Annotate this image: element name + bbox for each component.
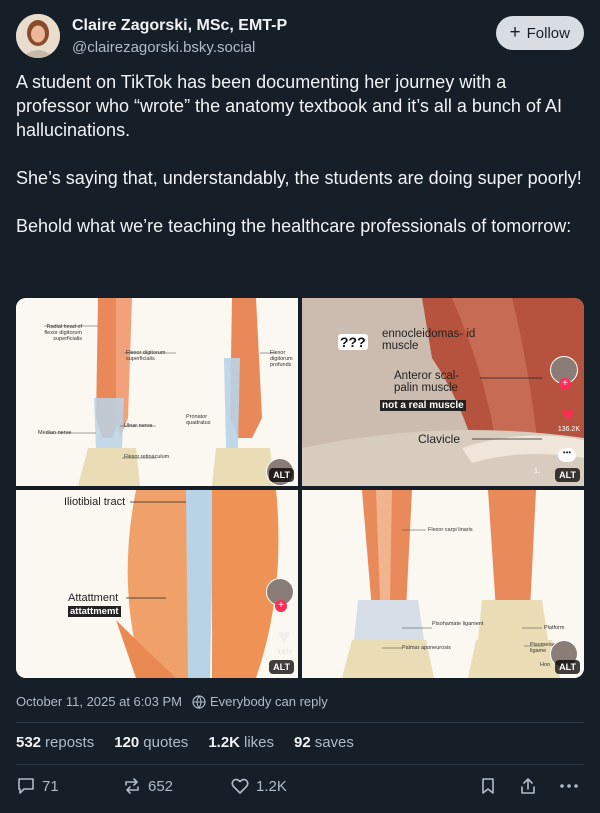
comment-count: 1, (534, 468, 540, 475)
alt-badge[interactable]: ALT (269, 660, 294, 674)
bookmark-icon (482, 778, 494, 794)
saves-stat[interactable]: 92 saves (294, 734, 354, 751)
reply-label: Everybody can reply (209, 694, 328, 709)
divider (16, 722, 584, 723)
reply-button[interactable]: 71 (16, 776, 59, 796)
post-paragraph: She’s saying that, understandably, the s… (16, 168, 582, 188)
label-median-nerve: Median nerve (38, 430, 72, 436)
label-radial-head: Radial head of flexor digitorum superfic… (44, 324, 82, 342)
alt-badge[interactable]: ALT (555, 468, 580, 482)
alt-badge[interactable]: ALT (555, 660, 580, 674)
label-attattmemt: attattmemt (68, 606, 121, 617)
label-flexor-superficialis: Flexor digitorum superficialis (126, 350, 166, 362)
post-text: A student on TikTok has been documenting… (16, 70, 586, 262)
post-paragraph: Behold what we’re teaching the healthcar… (16, 216, 572, 236)
follow-button[interactable]: + Follow (495, 16, 584, 50)
post-meta: October 11, 2025 at 6:03 PM Everybody ca… (16, 694, 328, 709)
repost-icon (125, 778, 139, 794)
more-dots-icon (560, 784, 578, 788)
like-count: 136.2K (557, 426, 580, 433)
follow-label: Follow (526, 24, 570, 42)
reposts-stat[interactable]: 532 reposts (16, 734, 94, 751)
like-button[interactable]: 1.2K (230, 776, 287, 796)
label-flexor-retinaculum: Flexor retinaculum (124, 454, 170, 460)
like-count: 1.2K (256, 777, 287, 795)
post-stats: 532 reposts 120 quotes 1.2K likes 92 saves (16, 734, 354, 751)
plus-icon: + (509, 21, 521, 43)
quotes-stat[interactable]: 120 quotes (114, 734, 188, 751)
label-pronator: Pronator quadratus (186, 414, 211, 426)
repost-button[interactable]: 652 (122, 776, 173, 796)
likes-stat[interactable]: 1.2K likes (208, 734, 274, 751)
heart-icon: ♥ (278, 626, 290, 648)
post-date[interactable]: October 11, 2025 at 6:03 PM (16, 694, 182, 709)
bookmark-button[interactable] (478, 776, 498, 796)
image-2[interactable]: ??? ennocleidomas- id muscle Anteror sca… (302, 298, 584, 486)
share-icon (521, 778, 535, 794)
label-iliotibial-tract: Iliotibial tract (64, 496, 126, 508)
label-ulnar-nerve: Ulnar nerve (124, 423, 153, 429)
heart-icon: ♥ (562, 404, 574, 426)
label-flexor-profunds: Flexor digitorum profunds (270, 350, 293, 368)
label-pisohamate: Pisohamate ligament (432, 621, 484, 627)
post-header: Claire Zagorski, MSc, EMT-P @clairezagor… (16, 14, 584, 60)
image-4[interactable]: Flexor carpi linaris Pisohamate ligament… (302, 490, 584, 678)
reply-count: 71 (42, 777, 59, 795)
alt-badge[interactable]: ALT (269, 468, 294, 482)
author-handle[interactable]: @clairezagorski.bsky.social (72, 39, 255, 56)
label-palmar: Palmar aponeurosis (402, 645, 451, 651)
image-grid: Radial head of flexor digitorum superfic… (16, 298, 584, 678)
reply-icon (18, 778, 34, 794)
avatar[interactable] (16, 14, 60, 58)
action-bar: 71 652 1.2K (16, 776, 584, 800)
globe-icon (192, 694, 206, 709)
label-flexor-carpi: Flexor carpi linaris (428, 527, 473, 533)
tiktok-follow-icon: + (559, 378, 571, 390)
label-hook: Hoo (540, 662, 551, 668)
label-not-real: not a real muscle (380, 400, 466, 411)
heart-outline-icon (231, 778, 249, 794)
more-options-button[interactable] (558, 776, 580, 796)
reply-settings: Everybody can reply (192, 694, 328, 709)
like-count: 3,570 (276, 650, 292, 656)
label-attattment: Attattment (68, 592, 119, 604)
author-name[interactable]: Claire Zagorski, MSc, EMT-P (72, 17, 287, 35)
label-anterior-scalpalin: Anteror scal- palin muscle (394, 370, 460, 394)
question-marks: ??? (338, 334, 368, 350)
image-3[interactable]: Iliotibial tract Attattment attattmemt +… (16, 490, 298, 678)
divider (16, 764, 584, 765)
label-platform: Platform (544, 625, 565, 631)
image-1[interactable]: Radial head of flexor digitorum superfic… (16, 298, 298, 486)
share-button[interactable] (518, 776, 538, 796)
label-ennocleidomasid: ennocleidomas- id muscle (382, 328, 476, 352)
label-clavicle: Clavicle (418, 432, 461, 446)
repost-count: 652 (148, 777, 174, 795)
comment-icon: ••• (558, 448, 576, 462)
post-paragraph: A student on TikTok has been documenting… (16, 72, 562, 140)
tiktok-follow-icon: + (275, 600, 287, 612)
